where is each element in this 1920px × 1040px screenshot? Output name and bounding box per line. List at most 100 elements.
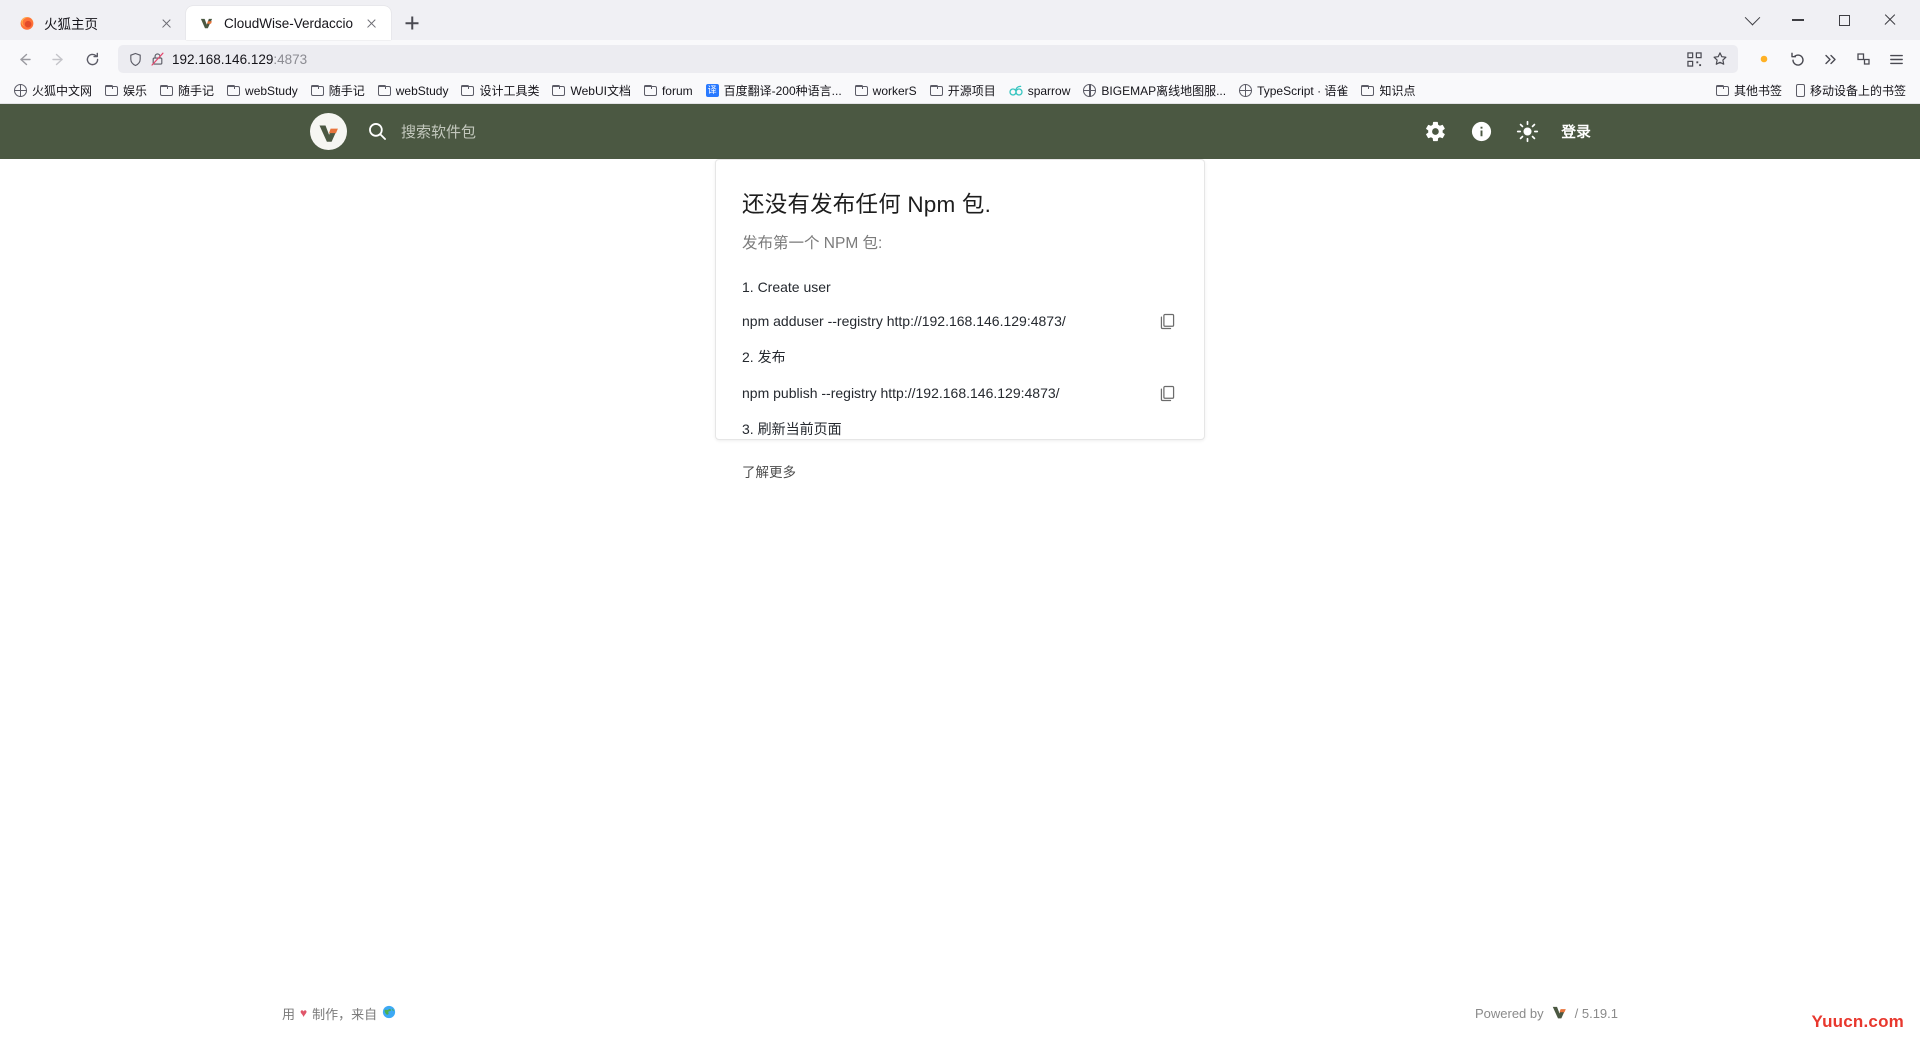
minimize-button[interactable] [1776, 1, 1820, 39]
reload-button[interactable] [76, 44, 108, 74]
new-tab-button[interactable] [397, 8, 427, 38]
earth-icon [382, 1005, 396, 1022]
sun-icon[interactable] [1515, 120, 1539, 144]
overflow-menu-button[interactable] [1814, 44, 1846, 74]
login-button[interactable]: 登录 [1561, 121, 1591, 142]
verdaccio-logo-icon[interactable] [310, 113, 347, 150]
folder-icon [929, 85, 943, 96]
bookmark-item[interactable]: WebUI文档 [546, 82, 636, 100]
page-title: 还没有发布任何 Npm 包. [742, 192, 992, 217]
search-icon [369, 123, 386, 140]
bookmarks-toolbar: 火狐中文网 娱乐 随手记 webStudy 随手记 webStudy 设计工具类… [0, 78, 1920, 104]
double-chevron-icon [1824, 54, 1836, 64]
folder-icon [854, 85, 868, 96]
command-text: npm adduser --registry http://192.168.14… [742, 313, 1066, 329]
verdaccio-footer: 用 ♥ 制作，来自 Powered by / 5.19.1 [0, 986, 1920, 1040]
made-prefix: 用 [282, 1006, 296, 1022]
close-icon [1883, 13, 1897, 27]
version-label: / 5.19.1 [1574, 1005, 1618, 1021]
bookmark-item[interactable]: 开源项目 [924, 82, 1002, 100]
close-window-button[interactable] [1868, 1, 1912, 39]
bookmark-label: 移动设备上的书签 [1809, 83, 1906, 98]
copy-icon[interactable] [1156, 382, 1178, 404]
firefox-icon [18, 15, 35, 32]
bookmark-label: BIGEMAP离线地图服... [1101, 83, 1227, 98]
star-icon[interactable] [1712, 51, 1728, 67]
tab-close-button[interactable] [157, 14, 176, 33]
browser-tab-firefox-home[interactable]: 火狐主页 [6, 6, 186, 40]
bookmark-label: 知识点 [1379, 83, 1416, 98]
bookmark-item[interactable]: workerS [849, 82, 923, 100]
bookmark-item[interactable]: 娱乐 [99, 82, 153, 100]
bookmark-label: WebUI文档 [570, 83, 631, 98]
bookmark-label: sparrow [1027, 83, 1071, 98]
step-2-label: 2. 发布 [742, 349, 786, 365]
address-bar[interactable]: 192.168.146.129:4873 [118, 45, 1738, 73]
account-button[interactable] [1748, 44, 1780, 74]
step-1-command-row: npm adduser --registry http://192.168.14… [742, 310, 1178, 332]
bookmark-item[interactable]: TypeScript · 语雀 [1233, 81, 1354, 100]
other-bookmarks-button[interactable]: 其他书签 [1710, 82, 1788, 100]
bookmark-item[interactable]: 知识点 [1355, 82, 1421, 100]
bookmark-item[interactable]: forum [638, 82, 699, 100]
bookmark-item[interactable]: webStudy [221, 82, 304, 100]
verdaccio-logo-icon [1551, 1003, 1568, 1023]
step-1-label: 1. Create user [742, 279, 831, 295]
copy-icon[interactable] [1156, 310, 1178, 332]
bookmark-item[interactable]: webStudy [372, 82, 455, 100]
qr-code-icon[interactable] [1687, 51, 1702, 67]
folder-icon [377, 85, 391, 96]
learn-more-link[interactable]: 了解更多 [742, 461, 1178, 481]
bookmark-item[interactable]: 随手记 [305, 82, 371, 100]
mobile-bookmarks-button[interactable]: 移动设备上的书签 [1790, 81, 1912, 100]
forward-button[interactable] [42, 44, 74, 74]
maximize-button[interactable] [1822, 1, 1866, 39]
verdaccio-icon [198, 15, 215, 32]
watermark: Yuucn.com [1811, 1012, 1904, 1031]
bookmark-label: 百度翻译-200种语言... [723, 83, 842, 98]
back-button[interactable] [8, 44, 40, 74]
tab-strip: 火狐主页 CloudWise-Verdaccio [0, 0, 1920, 40]
folder-icon [1715, 85, 1729, 96]
folder-icon [461, 85, 475, 96]
bookmark-item[interactable]: 译百度翻译-200种语言... [700, 81, 848, 100]
info-icon[interactable] [1469, 120, 1493, 144]
bookmark-item[interactable]: 随手记 [154, 82, 220, 100]
bookmark-item[interactable]: 火狐中文网 [8, 81, 98, 100]
bookmark-item[interactable]: sparrow [1003, 81, 1077, 100]
bookmark-label: 其他书签 [1733, 83, 1782, 98]
bookmark-item[interactable]: BIGEMAP离线地图服... [1077, 81, 1232, 100]
bookmark-label: webStudy [395, 83, 449, 98]
address-bar-actions [1687, 51, 1732, 67]
app-menu-button[interactable] [1880, 44, 1912, 74]
globe-icon [1083, 83, 1097, 97]
bookmark-item[interactable]: 设计工具类 [455, 82, 545, 100]
url-host: 192.168.146.129 [172, 51, 274, 67]
gear-icon[interactable] [1423, 120, 1447, 144]
folder-icon [105, 85, 119, 96]
list-all-tabs-button[interactable] [1730, 1, 1774, 39]
browser-window: 火狐主页 CloudWise-Verdaccio 192.168.146.129… [0, 0, 1920, 1040]
no-packages-card: 还没有发布任何 Npm 包. 发布第一个 NPM 包: 1. Create us… [715, 159, 1205, 480]
window-controls [1730, 0, 1914, 40]
forward-arrow-icon [51, 53, 63, 65]
search-input-placeholder: 搜索软件包 [401, 124, 477, 141]
browser-tab-verdaccio[interactable]: CloudWise-Verdaccio [186, 6, 392, 40]
reload-icon [86, 52, 98, 65]
back-history-icon [1790, 52, 1804, 66]
extensions-button[interactable] [1847, 44, 1879, 74]
mobile-icon [1795, 84, 1805, 97]
bookmark-label: workerS [872, 83, 917, 98]
tab-title: 火狐主页 [44, 17, 98, 32]
toolbar-right-actions [1748, 44, 1912, 74]
bookmark-label: 开源项目 [947, 83, 996, 98]
history-back-button[interactable] [1781, 44, 1813, 74]
navigation-toolbar: 192.168.146.129:4873 [0, 40, 1920, 78]
url-port: :4873 [273, 51, 308, 67]
command-text: npm publish --registry http://192.168.14… [742, 385, 1060, 401]
card-subtitle: 发布第一个 NPM 包: [742, 235, 883, 252]
chevron-down-icon [1744, 9, 1760, 25]
search-package-box[interactable]: 搜索软件包 [367, 121, 1423, 142]
tab-close-button[interactable] [362, 14, 381, 33]
globe-icon [13, 83, 27, 97]
